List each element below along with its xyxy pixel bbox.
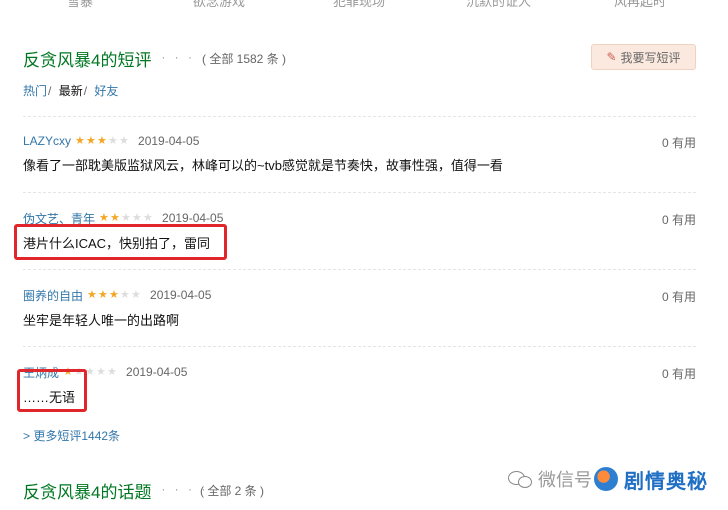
top-nav-item[interactable]: 犯罪现场: [333, 0, 385, 10]
comment-date: 2019-04-05: [126, 365, 188, 379]
star-icon: ★: [108, 134, 118, 147]
star-icon: ★: [121, 211, 131, 224]
comment-header: LAZYcxy ★ ★ ★ ★ ★ 2019-04-05: [23, 133, 199, 149]
divider: [23, 346, 696, 347]
divider: [23, 192, 696, 193]
comment-date: 2019-04-05: [138, 134, 200, 148]
comment-text: 坐牢是年轻人唯一的出路啊: [23, 313, 180, 328]
star-icon: ★: [97, 134, 107, 147]
star-icon: ★: [131, 288, 141, 301]
pencil-icon: ✎: [606, 50, 617, 64]
top-nav-item[interactable]: 欲念游戏: [193, 0, 245, 10]
star-icon: ★: [87, 288, 97, 301]
tab-hot[interactable]: 热门: [23, 84, 47, 98]
top-nav-item[interactable]: 雪暴: [67, 0, 93, 10]
wechat-icon: [508, 469, 534, 489]
useful-count[interactable]: 0 有用: [662, 211, 696, 228]
rating-stars: ★ ★ ★ ★ ★: [87, 288, 142, 301]
star-icon: ★: [86, 134, 96, 147]
useful-count[interactable]: 0 有用: [662, 365, 696, 382]
write-review-label: 我要写短评: [620, 50, 681, 65]
star-icon: ★: [120, 288, 130, 301]
comment-date: 2019-04-05: [162, 211, 224, 225]
rating-stars: ★ ★ ★ ★ ★: [99, 211, 154, 224]
tab-latest[interactable]: 最新: [59, 84, 83, 98]
star-icon: ★: [119, 134, 129, 147]
highlight-box: [14, 224, 227, 260]
comment-count[interactable]: ( 全部 1582 条 ): [202, 50, 286, 67]
star-icon: ★: [143, 211, 153, 224]
topics-count[interactable]: ( 全部 2 条 ): [200, 482, 264, 499]
highlight-box: [17, 369, 87, 412]
star-icon: ★: [75, 134, 85, 147]
star-icon: ★: [107, 365, 117, 378]
section-title: 反贪风暴4的短评: [23, 51, 152, 70]
comment-header: 圈养的自由 ★ ★ ★ ★ ★ 2019-04-05: [23, 287, 211, 303]
star-icon: ★: [132, 211, 142, 224]
top-nav-item[interactable]: 沉默的证人: [466, 0, 531, 10]
rating-stars: ★ ★ ★ ★ ★: [75, 134, 130, 147]
useful-count[interactable]: 0 有用: [662, 288, 696, 305]
brand-logo-icon: [594, 467, 618, 491]
comment-user[interactable]: LAZYcxy: [23, 134, 71, 148]
sort-tabs: 热门/ 最新/ 好友: [23, 84, 119, 98]
star-icon: ★: [109, 288, 119, 301]
watermark-label: 微信号: [538, 470, 592, 490]
watermark: 微信号 剧情奥秘: [508, 462, 708, 496]
star-icon: ★: [110, 211, 120, 224]
top-nav-item[interactable]: 风再起时: [614, 0, 666, 10]
comment-text: 像看了一部耽美版监狱风云，林峰可以的~tvb感觉就是节奏快，故事性强，值得一看: [23, 158, 503, 173]
divider: [23, 116, 696, 117]
star-icon: ★: [98, 288, 108, 301]
star-icon: ★: [96, 365, 106, 378]
watermark-brand: 剧情奥秘: [624, 470, 708, 493]
comment-date: 2019-04-05: [150, 288, 212, 302]
star-icon: ★: [99, 211, 109, 224]
comment-user[interactable]: 圈养的自由: [23, 287, 83, 304]
tab-friends[interactable]: 好友: [94, 84, 118, 98]
more-comments-link[interactable]: > 更多短评1442条: [23, 427, 120, 444]
write-review-button[interactable]: ✎ 我要写短评: [591, 44, 696, 70]
divider: [23, 269, 696, 270]
useful-count[interactable]: 0 有用: [662, 134, 696, 151]
top-nav: 雪暴 欲念游戏 犯罪现场 沉默的证人 风再起时: [0, 0, 728, 9]
topics-title: 反贪风暴4的话题: [23, 483, 152, 502]
